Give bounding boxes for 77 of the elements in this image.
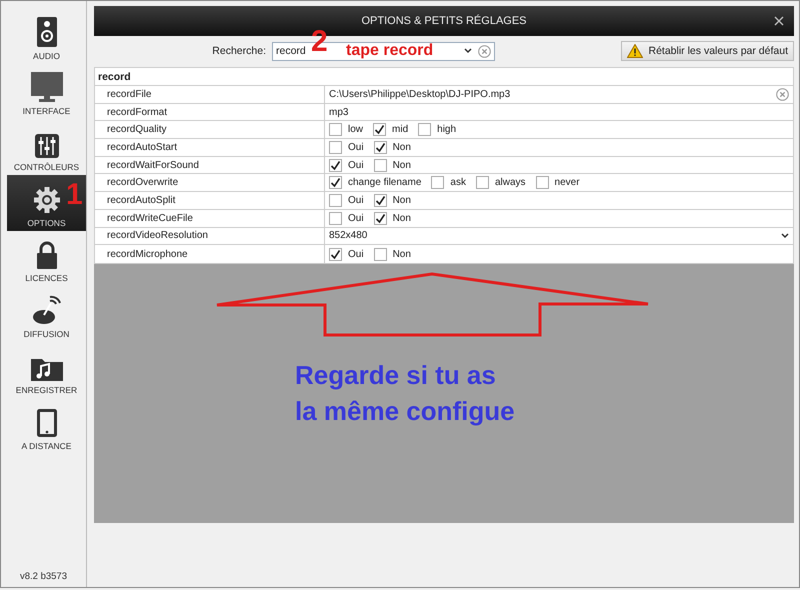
annotation-note: Regarde si tu as xyxy=(295,358,497,392)
speaker-icon xyxy=(36,16,56,47)
satellite-dish-icon xyxy=(32,295,62,326)
checkbox[interactable] xyxy=(329,194,342,207)
file-path[interactable]: C:\Users\Philippe\Desktop\DJ-PIPO.mp3 xyxy=(329,88,770,100)
lock-icon xyxy=(34,241,58,270)
sidebar-item[interactable]: LICENCES xyxy=(7,230,86,286)
setting-name: recordWriteCueFile xyxy=(95,210,325,226)
clear-icon[interactable] xyxy=(478,44,491,58)
setting-name: recordQuality xyxy=(95,121,325,138)
tablet-icon xyxy=(36,408,56,436)
setting-name: recordMicrophone xyxy=(95,245,325,263)
setting-name: recordFile xyxy=(95,86,325,103)
monitor-icon xyxy=(30,72,62,102)
caret-icon[interactable] xyxy=(464,48,472,54)
setting-name: recordFormat xyxy=(95,104,325,120)
sidebar-item[interactable]: ENREGISTRER xyxy=(7,342,86,398)
group-header: record xyxy=(95,68,793,86)
checkbox[interactable] xyxy=(374,140,387,154)
caret-icon[interactable] xyxy=(781,232,789,239)
setting-name: recordVideoResolution xyxy=(95,228,325,244)
checkbox[interactable] xyxy=(476,176,489,190)
checkbox[interactable] xyxy=(329,140,342,154)
checkbox[interactable] xyxy=(431,176,444,190)
setting-name: recordWaitForSound xyxy=(95,156,325,174)
checkbox[interactable] xyxy=(329,176,342,190)
warning-icon xyxy=(626,44,642,58)
sidebar-item[interactable]: CONTRÔLEURS xyxy=(7,119,86,176)
option-label: Oui xyxy=(348,142,364,153)
option-label: always xyxy=(494,177,526,188)
close-icon[interactable] xyxy=(774,16,784,26)
step-number: 1 xyxy=(66,178,83,212)
sidebar-item[interactable]: AUDIO xyxy=(7,8,86,64)
option-label: Oui xyxy=(348,160,364,171)
option-label: Non xyxy=(392,212,411,224)
option-label: Oui xyxy=(348,194,364,206)
annotation-note: la même configue xyxy=(295,394,515,428)
annotation-hint: tape record xyxy=(346,42,434,60)
option-label: Non xyxy=(392,248,411,260)
reset-button[interactable]: Rétablir les valeurs par défaut xyxy=(620,41,794,61)
search-label: Recherche: xyxy=(211,45,267,57)
setting-name: recordAutoSplit xyxy=(95,192,325,209)
option-label: high xyxy=(437,124,456,136)
option-label: Non xyxy=(392,194,411,206)
setting-value[interactable]: 852x480 xyxy=(329,230,775,242)
option-label: low xyxy=(348,124,364,136)
sidebar-item[interactable]: A DISTANCE xyxy=(7,398,86,454)
checkbox[interactable] xyxy=(329,248,342,261)
option-label: Non xyxy=(392,142,411,153)
checkbox[interactable] xyxy=(418,123,432,136)
clear-icon[interactable] xyxy=(776,88,789,101)
option-label: Oui xyxy=(348,212,364,224)
option-label: mid xyxy=(392,124,408,136)
option-label: change filename xyxy=(348,177,422,188)
sliders-icon xyxy=(34,134,58,158)
option-label: Non xyxy=(392,160,411,171)
sidebar-item[interactable]: DIFFUSION xyxy=(7,286,86,342)
checkbox[interactable] xyxy=(329,212,342,225)
setting-value[interactable]: mp3 xyxy=(329,106,348,118)
option-label: never xyxy=(554,177,580,188)
checkbox[interactable] xyxy=(374,212,387,225)
checkbox[interactable] xyxy=(374,194,387,207)
checkbox[interactable] xyxy=(373,123,386,136)
setting-name: recordAutoStart xyxy=(95,139,325,156)
checkbox[interactable] xyxy=(329,123,342,136)
checkbox[interactable] xyxy=(329,158,342,172)
setting-name: recordOverwrite xyxy=(95,174,325,192)
version-label: v8.2 b3573 xyxy=(18,571,68,584)
checkbox[interactable] xyxy=(374,158,387,172)
checkbox[interactable] xyxy=(536,176,549,190)
window-title: OPTIONS & PETITS RÉGLAGES xyxy=(361,15,527,27)
option-label: Oui xyxy=(348,248,364,260)
checkbox[interactable] xyxy=(374,248,387,261)
music-folder-icon xyxy=(30,356,62,381)
sidebar-item[interactable]: INTERFACE xyxy=(7,64,86,120)
gear-icon xyxy=(32,186,60,214)
option-label: ask xyxy=(450,177,466,188)
